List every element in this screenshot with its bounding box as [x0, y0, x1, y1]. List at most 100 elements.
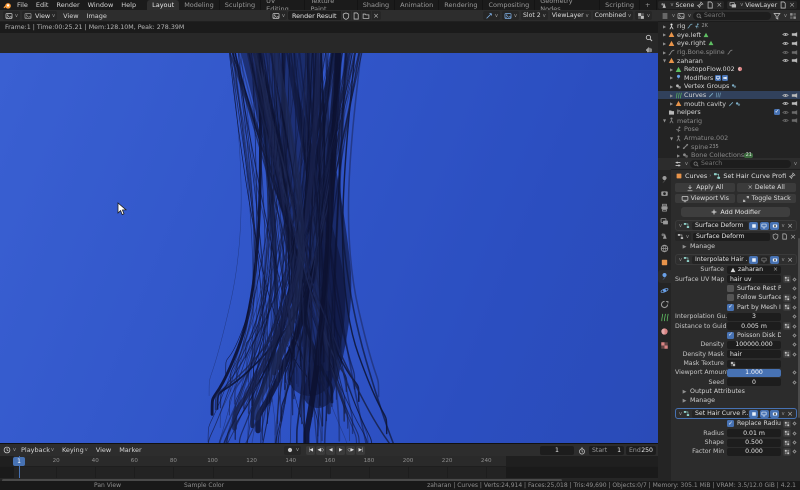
property-value-field[interactable]	[727, 360, 781, 368]
playhead-handle[interactable]: 1	[13, 457, 25, 466]
menu-file[interactable]: File	[13, 0, 32, 10]
animate-decorator[interactable]	[792, 315, 796, 319]
properties-tab-object-data[interactable]	[658, 311, 671, 325]
new-scene-icon[interactable]	[706, 1, 714, 9]
open-image-button[interactable]	[362, 11, 371, 20]
outliner-row-eye-right[interactable]: ▶eye.right	[658, 39, 800, 48]
mode-dropdown[interactable]: Viewv	[22, 11, 57, 20]
collapse-chevron[interactable]: v	[679, 223, 682, 229]
timeline-menu-playback[interactable]: Playbackv	[17, 445, 58, 455]
pass-dropdown[interactable]: Combinedv	[593, 11, 633, 20]
outliner-row-metarig[interactable]: ▼metarig	[658, 117, 800, 126]
menu-window[interactable]: Window	[84, 0, 118, 10]
animate-decorator[interactable]	[792, 380, 796, 384]
properties-tab-modifiers[interactable]	[658, 270, 671, 284]
tab-sculpting[interactable]: Sculpting	[220, 0, 261, 10]
image-menu-image[interactable]: Image	[83, 12, 111, 20]
eye-visibility-icon[interactable]	[782, 92, 789, 99]
jump-to-end-button[interactable]: ▶|	[356, 446, 365, 455]
properties-tab-physics[interactable]	[658, 283, 671, 297]
outliner-options-icon[interactable]	[789, 12, 797, 20]
checkbox[interactable]: ✓	[727, 420, 734, 427]
tab-uv-editing[interactable]: UV Editing	[261, 0, 305, 10]
current-frame-field[interactable]: 1	[540, 446, 574, 455]
input-attribute-toggle[interactable]	[783, 420, 792, 428]
modifier-header-surface-deform[interactable]: vSurface Deformv×	[675, 220, 797, 231]
close-modifier-button[interactable]: ×	[786, 410, 794, 418]
render-checkbox[interactable]: ✓	[774, 109, 780, 115]
outliner-search-input[interactable]	[704, 12, 768, 19]
collapse-chevron[interactable]: v	[679, 257, 682, 263]
property-value-field[interactable]: 0.005 m	[727, 322, 781, 330]
input-attribute-toggle[interactable]	[783, 294, 792, 302]
outliner-row-retopoflow-002[interactable]: ▶RetopoFlow.002	[658, 65, 800, 74]
properties-search-input[interactable]	[701, 160, 788, 167]
camera-visibility-icon[interactable]	[791, 57, 798, 64]
checkbox[interactable]: ✓	[727, 304, 734, 311]
input-attribute-toggle[interactable]	[783, 439, 792, 447]
disclosure-arrow[interactable]: ▶	[668, 93, 675, 98]
property-value-field[interactable]: 0.500	[727, 439, 781, 447]
animate-decorator[interactable]	[792, 277, 796, 281]
subpanel-manage[interactable]: ▶Manage	[675, 396, 797, 405]
collapse-chevron[interactable]: v	[679, 411, 682, 417]
tab-shading[interactable]: Shading	[358, 0, 395, 10]
animate-decorator[interactable]	[792, 450, 796, 454]
timeline-track[interactable]	[0, 467, 658, 478]
checkbox[interactable]	[727, 294, 734, 301]
eye-visibility-icon[interactable]	[782, 117, 789, 124]
outliner-editor-icon[interactable]	[661, 12, 669, 20]
disclosure-arrow[interactable]: ▼	[661, 58, 668, 63]
viewlayer-name[interactable]: ViewLayer	[745, 2, 777, 9]
properties-tab-material[interactable]	[658, 325, 671, 339]
disclosure-arrow[interactable]: ▶	[668, 67, 675, 72]
input-attribute-toggle[interactable]	[783, 303, 792, 311]
outliner-row-eye-left[interactable]: ▶eye.left	[658, 31, 800, 40]
disclosure-arrow[interactable]: ▶	[668, 84, 675, 89]
slot-dropdown[interactable]: Slot 2v	[521, 11, 548, 20]
layer-dropdown[interactable]: ViewLayerv	[550, 11, 591, 20]
pan-tool-icon[interactable]	[645, 45, 653, 53]
image-menu-view[interactable]: View	[59, 12, 82, 20]
animate-decorator[interactable]	[792, 324, 796, 328]
property-value-field[interactable]: 0.000	[727, 448, 781, 456]
prev-keyframe-button[interactable]: ◀◇	[316, 446, 325, 455]
tab-scripting[interactable]: Scripting	[600, 0, 640, 10]
properties-tab-constraints[interactable]	[658, 297, 671, 311]
outliner-row-pose[interactable]: Pose	[658, 125, 800, 134]
property-value-field[interactable]: zaharan×	[727, 266, 781, 274]
input-attribute-toggle[interactable]	[783, 429, 792, 437]
timeline-menu-keying[interactable]: Keyingv	[58, 445, 92, 455]
gizmos-dropdown[interactable]: v	[483, 11, 500, 20]
image-name-field[interactable]: Render Result	[288, 11, 341, 20]
properties-editor-icon[interactable]	[674, 160, 682, 168]
eye-visibility-icon[interactable]	[782, 57, 789, 64]
input-attribute-toggle[interactable]	[783, 350, 792, 358]
properties-tab-world[interactable]	[658, 242, 671, 256]
property-value-field[interactable]: 0	[727, 378, 781, 386]
outliner-row-armature-002[interactable]: ▼Armature.002	[658, 134, 800, 143]
tab-geometry-nodes[interactable]: Geometry Nodes	[535, 0, 600, 10]
input-attribute-toggle[interactable]	[783, 448, 792, 456]
animate-decorator[interactable]	[792, 333, 796, 337]
new-viewlayer-icon[interactable]	[779, 1, 787, 9]
toggle-stack-button[interactable]: Toggle Stack	[737, 194, 797, 203]
outliner-row-spine[interactable]: ▶spine235	[658, 142, 800, 151]
outliner-display-mode-icon[interactable]	[677, 12, 685, 20]
camera-visibility-icon[interactable]	[791, 40, 798, 47]
subpanel-manage[interactable]: ▶Manage	[675, 242, 797, 251]
outliner-row-rig-bone-spline[interactable]: ▶rig.Bone.spline	[658, 48, 800, 57]
modifier-extras-menu[interactable]: v	[782, 411, 785, 417]
play-button[interactable]: ▶	[336, 446, 345, 455]
node-group-browse-dropdown[interactable]: v	[675, 232, 691, 241]
disclosure-arrow[interactable]: ▼	[668, 136, 675, 141]
modifier-header-set-hair-curve-p-[interactable]: vSet Hair Curve P...v×	[675, 408, 797, 419]
eye-visibility-icon[interactable]	[782, 109, 789, 116]
tab-layout[interactable]: Layout	[147, 0, 179, 10]
camera-visibility-icon[interactable]	[791, 100, 798, 107]
animate-decorator[interactable]	[792, 440, 796, 444]
disclosure-arrow[interactable]: ▶	[661, 32, 668, 37]
breadcrumb-object[interactable]: Curves	[685, 172, 707, 180]
image-editor-canvas[interactable]	[0, 33, 658, 443]
realtime-toggle[interactable]	[760, 410, 769, 418]
